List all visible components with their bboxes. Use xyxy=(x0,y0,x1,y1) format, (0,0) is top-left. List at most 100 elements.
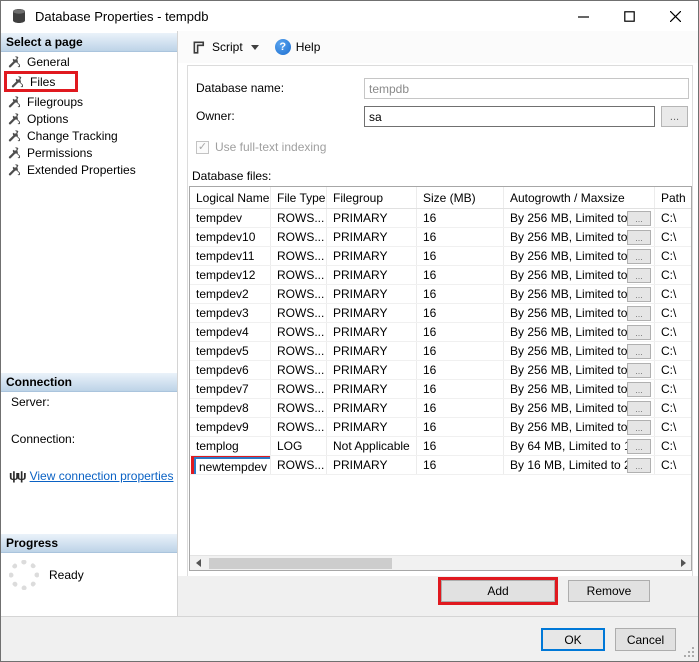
file-type-cell[interactable]: ROWS... xyxy=(271,399,327,417)
autogrowth-browse-button[interactable]: ... xyxy=(627,401,651,416)
script-button[interactable]: Script xyxy=(187,37,264,58)
column-header-filegroup[interactable]: Filegroup xyxy=(327,187,417,208)
autogrowth-browse-button[interactable]: ... xyxy=(627,363,651,378)
autogrowth-browse-button[interactable]: ... xyxy=(627,287,651,302)
path-cell[interactable]: C:\ xyxy=(655,380,691,398)
logical-name-cell[interactable]: newtempdev xyxy=(190,456,271,474)
file-type-cell[interactable]: ROWS... xyxy=(271,456,327,474)
file-row[interactable]: templog LOG Not Applicable 16 By 64 MB, … xyxy=(190,437,691,456)
sidebar-page-item[interactable]: Files xyxy=(4,71,78,92)
size-cell[interactable]: 16 xyxy=(417,456,504,474)
logical-name-cell[interactable]: tempdev8 xyxy=(190,399,271,417)
filegroup-cell[interactable]: PRIMARY xyxy=(327,418,417,436)
file-row[interactable]: tempdev11 ROWS... PRIMARY 16 By 256 MB, … xyxy=(190,247,691,266)
file-row[interactable]: tempdev9 ROWS... PRIMARY 16 By 256 MB, L… xyxy=(190,418,691,437)
path-cell[interactable]: C:\ xyxy=(655,456,691,474)
file-row[interactable]: tempdev4 ROWS... PRIMARY 16 By 256 MB, L… xyxy=(190,323,691,342)
column-header-path[interactable]: Path xyxy=(655,187,691,208)
size-cell[interactable]: 16 xyxy=(417,399,504,417)
path-cell[interactable]: C:\ xyxy=(655,361,691,379)
file-type-cell[interactable]: ROWS... xyxy=(271,304,327,322)
file-type-cell[interactable]: ROWS... xyxy=(271,228,327,246)
help-button[interactable]: ? Help xyxy=(270,36,326,58)
autogrowth-cell[interactable]: By 256 MB, Limited to ... ... xyxy=(504,285,655,303)
path-cell[interactable]: C:\ xyxy=(655,247,691,265)
sidebar-page-item[interactable]: General xyxy=(1,53,177,70)
filegroup-cell[interactable]: Not Applicable xyxy=(327,437,417,455)
logical-name-cell[interactable]: tempdev5 xyxy=(190,342,271,360)
autogrowth-browse-button[interactable]: ... xyxy=(627,382,651,397)
file-row[interactable]: tempdev10 ROWS... PRIMARY 16 By 256 MB, … xyxy=(190,228,691,247)
sidebar-page-item[interactable]: Extended Properties xyxy=(1,161,177,178)
file-type-cell[interactable]: ROWS... xyxy=(271,342,327,360)
path-cell[interactable]: C:\ xyxy=(655,304,691,322)
filegroup-cell[interactable]: PRIMARY xyxy=(327,342,417,360)
view-connection-properties-link[interactable]: View connection properties xyxy=(30,469,174,483)
logical-name-cell[interactable]: tempdev9 xyxy=(190,418,271,436)
horizontal-scrollbar[interactable] xyxy=(190,555,691,570)
autogrowth-browse-button[interactable]: ... xyxy=(627,439,651,454)
size-cell[interactable]: 16 xyxy=(417,342,504,360)
file-type-cell[interactable]: ROWS... xyxy=(271,380,327,398)
file-type-cell[interactable]: ROWS... xyxy=(271,323,327,341)
autogrowth-cell[interactable]: By 256 MB, Limited to ... ... xyxy=(504,266,655,284)
path-cell[interactable]: C:\ xyxy=(655,209,691,227)
owner-field[interactable] xyxy=(364,106,655,127)
file-row[interactable]: tempdev2 ROWS... PRIMARY 16 By 256 MB, L… xyxy=(190,285,691,304)
size-cell[interactable]: 16 xyxy=(417,323,504,341)
filegroup-cell[interactable]: PRIMARY xyxy=(327,361,417,379)
filegroup-cell[interactable]: PRIMARY xyxy=(327,247,417,265)
autogrowth-browse-button[interactable]: ... xyxy=(627,420,651,435)
column-header-size[interactable]: Size (MB) xyxy=(417,187,504,208)
resize-grip[interactable] xyxy=(683,646,696,659)
logical-name-cell[interactable]: tempdev4 xyxy=(190,323,271,341)
file-type-cell[interactable]: LOG xyxy=(271,437,327,455)
minimize-button[interactable] xyxy=(560,1,606,31)
autogrowth-browse-button[interactable]: ... xyxy=(627,344,651,359)
close-button[interactable] xyxy=(652,1,698,31)
file-row[interactable]: tempdev3 ROWS... PRIMARY 16 By 256 MB, L… xyxy=(190,304,691,323)
filegroup-cell[interactable]: PRIMARY xyxy=(327,266,417,284)
file-type-cell[interactable]: ROWS... xyxy=(271,361,327,379)
scrollbar-thumb[interactable] xyxy=(209,558,392,569)
file-row[interactable]: tempdev5 ROWS... PRIMARY 16 By 256 MB, L… xyxy=(190,342,691,361)
file-row[interactable]: tempdev ROWS... PRIMARY 16 By 256 MB, Li… xyxy=(190,209,691,228)
logical-name-cell[interactable]: tempdev3 xyxy=(190,304,271,322)
maximize-button[interactable] xyxy=(606,1,652,31)
logical-name-cell[interactable]: tempdev6 xyxy=(190,361,271,379)
file-row[interactable]: tempdev7 ROWS... PRIMARY 16 By 256 MB, L… xyxy=(190,380,691,399)
size-cell[interactable]: 16 xyxy=(417,418,504,436)
filegroup-cell[interactable]: PRIMARY xyxy=(327,285,417,303)
size-cell[interactable]: 16 xyxy=(417,437,504,455)
logical-name-cell[interactable]: tempdev7 xyxy=(190,380,271,398)
file-row[interactable]: tempdev8 ROWS... PRIMARY 16 By 256 MB, L… xyxy=(190,399,691,418)
size-cell[interactable]: 16 xyxy=(417,304,504,322)
autogrowth-browse-button[interactable]: ... xyxy=(627,211,651,226)
file-row[interactable]: tempdev12 ROWS... PRIMARY 16 By 256 MB, … xyxy=(190,266,691,285)
logical-name-cell[interactable]: tempdev2 xyxy=(190,285,271,303)
column-header-file-type[interactable]: File Type xyxy=(271,187,327,208)
filegroup-cell[interactable]: PRIMARY xyxy=(327,228,417,246)
sidebar-page-item[interactable]: Permissions xyxy=(1,144,177,161)
size-cell[interactable]: 16 xyxy=(417,380,504,398)
sidebar-page-item[interactable]: Filegroups xyxy=(1,93,177,110)
size-cell[interactable]: 16 xyxy=(417,361,504,379)
add-button[interactable]: Add xyxy=(441,580,555,602)
filegroup-cell[interactable]: PRIMARY xyxy=(327,209,417,227)
autogrowth-cell[interactable]: By 16 MB, Limited to 2... ... xyxy=(504,456,655,474)
size-cell[interactable]: 16 xyxy=(417,247,504,265)
remove-button[interactable]: Remove xyxy=(568,580,650,602)
logical-name-cell[interactable]: tempdev10 xyxy=(190,228,271,246)
autogrowth-browse-button[interactable]: ... xyxy=(627,249,651,264)
path-cell[interactable]: C:\ xyxy=(655,342,691,360)
autogrowth-cell[interactable]: By 256 MB, Limited to ... ... xyxy=(504,228,655,246)
path-cell[interactable]: C:\ xyxy=(655,399,691,417)
autogrowth-cell[interactable]: By 256 MB, Limited to ... ... xyxy=(504,342,655,360)
file-type-cell[interactable]: ROWS... xyxy=(271,418,327,436)
logical-name-cell[interactable]: tempdev12 xyxy=(190,266,271,284)
autogrowth-cell[interactable]: By 256 MB, Limited to ... ... xyxy=(504,361,655,379)
filegroup-cell[interactable]: PRIMARY xyxy=(327,304,417,322)
autogrowth-cell[interactable]: By 256 MB, Limited to ... ... xyxy=(504,323,655,341)
file-type-cell[interactable]: ROWS... xyxy=(271,285,327,303)
column-header-logical-name[interactable]: Logical Name xyxy=(190,187,271,208)
